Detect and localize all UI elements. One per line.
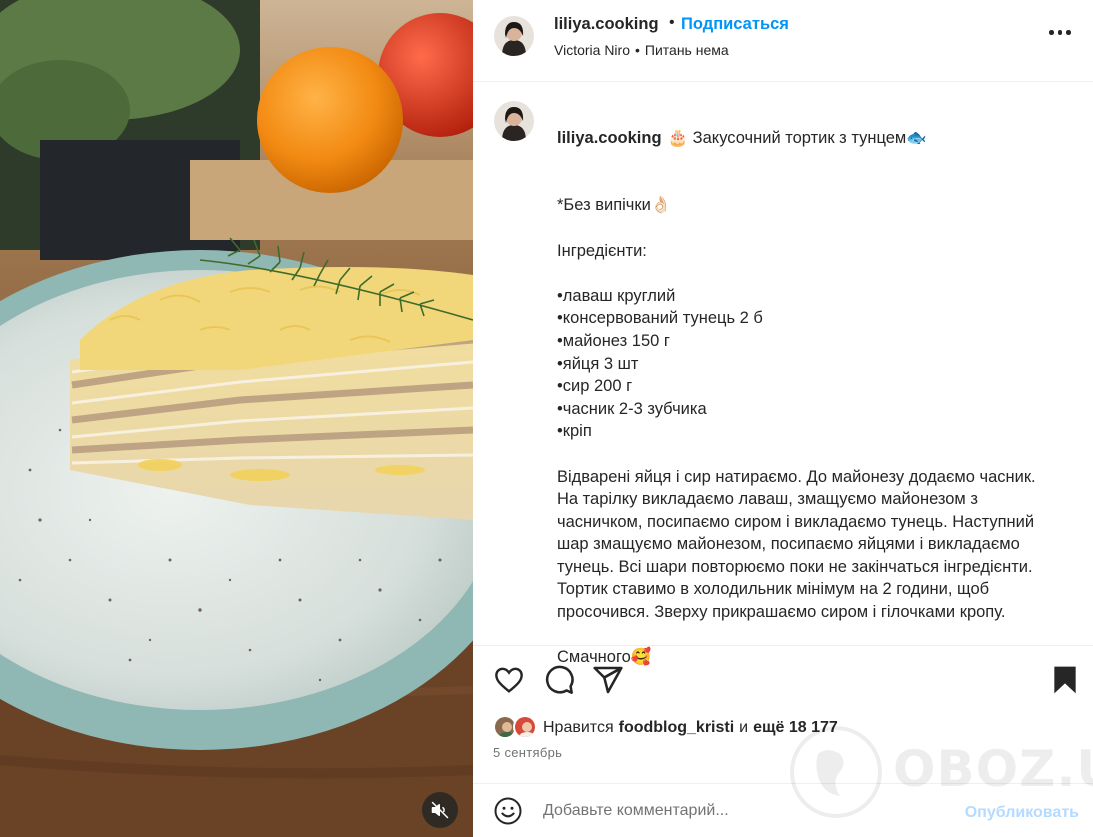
post-header: liliya.cooking • Подписаться Victoria Ni… <box>473 0 1093 82</box>
avatar[interactable] <box>494 101 534 141</box>
bookmark-icon <box>1054 666 1076 694</box>
caption-line: тунець. Всі шари повторюємо поки не закі… <box>557 557 1033 576</box>
more-horizontal-icon <box>1049 30 1054 35</box>
caption-line: Інгредієнти: <box>557 241 647 260</box>
comment-input[interactable] <box>543 798 943 824</box>
caption-line: На тарілку викладаємо лаваш, змащуємо ма… <box>557 490 978 509</box>
post-date[interactable]: 5 сентябрь <box>493 745 562 760</box>
likes-prefix: Нравится <box>543 719 614 736</box>
avatar[interactable] <box>494 16 534 56</box>
comment-button[interactable] <box>543 664 575 696</box>
caption-line: 🎂 Закусочний тортик з тунцем🐟 <box>667 128 927 147</box>
caption-line: •консервований тунець 2 б <box>557 309 763 328</box>
caption-line: шар змащуємо майонезом, посипаємо яйцями… <box>557 535 1020 554</box>
save-button[interactable] <box>1049 664 1081 696</box>
post-media[interactable] <box>0 0 473 837</box>
caption-line: *Без випічки👌🏻 <box>557 196 672 215</box>
caption-first-line: liliya.cooking 🎂 Закусочний тортик з тунц… <box>557 127 1077 150</box>
username-link[interactable]: liliya.cooking <box>554 15 659 34</box>
audio-link[interactable]: Питань нема <box>645 42 729 58</box>
emoji-button[interactable] <box>493 796 523 826</box>
speaker-muted-icon <box>431 801 449 819</box>
follow-button[interactable]: Подписаться <box>681 15 789 34</box>
mute-button[interactable] <box>422 792 458 828</box>
like-button[interactable] <box>493 664 525 696</box>
more-options-button[interactable] <box>1049 30 1073 44</box>
caption-line: •сир 200 г <box>557 377 633 396</box>
smiley-icon <box>494 797 522 825</box>
share-icon <box>593 666 623 694</box>
caption-line: •яйця 3 шт <box>557 354 639 373</box>
caption-area[interactable]: liliya.cooking 🎂 Закусочний тортик з тунц… <box>473 83 1093 666</box>
caption-line: •лаваш круглий <box>557 286 676 305</box>
caption-line: часничком, посипаємо сиром і викладаємо … <box>557 512 1035 531</box>
caption-line: •часник 2-3 зубчика <box>557 399 707 418</box>
caption-text: liliya.cooking 🎂 Закусочний тортик з тунц… <box>557 104 1077 669</box>
collaborator-link[interactable]: Victoria Niro <box>554 42 630 58</box>
separator-dot: • <box>635 42 640 58</box>
likes-and: и <box>739 719 749 736</box>
liker-username-link[interactable]: foodblog_kristi <box>619 719 735 737</box>
post-subtitle: Victoria Niro • Питань нема <box>554 42 729 58</box>
comment-bar: Опубликовать <box>473 783 1093 837</box>
caption-username-link[interactable]: liliya.cooking <box>557 129 662 147</box>
caption-line: •кріп <box>557 422 592 441</box>
heart-icon <box>495 667 523 693</box>
caption-line: Відварені яйця і сир натираємо. До майон… <box>557 467 1036 486</box>
separator-dot: • <box>669 14 675 31</box>
caption-line: просочився. Зверху прикрашаємо сиром і г… <box>557 603 1006 622</box>
liker-avatars[interactable] <box>493 715 541 741</box>
post-panel: liliya.cooking • Подписаться Victoria Ni… <box>473 0 1093 837</box>
post-photo <box>0 0 473 837</box>
share-button[interactable] <box>592 664 624 696</box>
caption-line: Тортик ставимо в холодильник мінімум на … <box>557 580 990 599</box>
likes-count-link[interactable]: ещё 18 177 <box>753 719 838 737</box>
action-bar <box>493 664 1083 696</box>
likes-row: Нравится foodblog_kristi и ещё 18 177 <box>493 715 838 741</box>
caption-line: •майонез 150 г <box>557 331 670 350</box>
post-comment-button[interactable]: Опубликовать <box>965 804 1079 822</box>
avatar <box>513 715 537 739</box>
comment-icon <box>545 665 574 694</box>
